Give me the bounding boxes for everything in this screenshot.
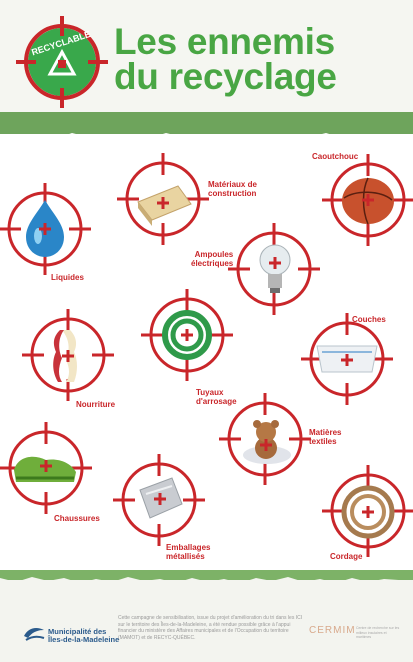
- label-caoutchouc: Caoutchouc: [312, 152, 359, 161]
- label-materiaux-line1: Matériaux de: [208, 180, 257, 189]
- target-materiaux: [115, 151, 211, 247]
- municipality-line2: Îles-de-la-Madeleine: [48, 635, 120, 644]
- target-liquides: [0, 181, 93, 277]
- label-tuyaux: Tuyaux d'arrosage: [196, 388, 237, 406]
- label-materiaux: Matériaux de construction: [208, 180, 257, 198]
- label-materiaux-line2: construction: [208, 189, 257, 198]
- target-couches: [299, 311, 395, 407]
- municipality-logo-icon: [24, 628, 45, 641]
- label-chaussures: Chaussures: [54, 514, 100, 523]
- label-ampoules-line1: Ampoules: [194, 250, 234, 259]
- label-matieres: Matières textiles: [309, 428, 341, 446]
- crosshair-layer: [0, 151, 413, 559]
- label-ampoules-line2: électriques: [191, 259, 234, 268]
- label-matieres-line1: Matières: [309, 428, 342, 437]
- target-nourriture: [20, 307, 116, 403]
- label-tuyaux-line2: d'arrosage: [196, 397, 237, 406]
- partner-subtitle: Centre de recherche sur les milieux insu…: [356, 626, 400, 639]
- partner-logo-text: CERMIM: [309, 625, 356, 636]
- label-emballages-line2: métallisés: [166, 552, 205, 561]
- target-emballages: [111, 452, 207, 548]
- label-couches: Couches: [352, 315, 386, 324]
- label-nourriture: Nourriture: [76, 400, 116, 409]
- label-ampoules: Ampoules électriques: [191, 250, 233, 268]
- municipality-name: Municipalité des Îles-de-la-Madeleine: [48, 628, 119, 644]
- label-liquides: Liquides: [51, 273, 84, 282]
- campaign-credit-text: Cette campagne de sensibilisation, issue…: [118, 615, 303, 641]
- target-caoutchouc: [320, 152, 413, 248]
- label-emballages-line1: Emballages: [166, 543, 211, 552]
- target-chaussures: [0, 420, 94, 516]
- label-tuyaux-line1: Tuyaux: [196, 388, 224, 397]
- label-emballages: Emballages métallisés: [166, 543, 210, 561]
- target-cordage: [320, 463, 413, 559]
- target-ampoules: [226, 221, 322, 317]
- label-matieres-line2: textiles: [309, 437, 337, 446]
- label-cordage: Cordage: [330, 552, 363, 561]
- target-tuyaux: [139, 287, 235, 383]
- target-matieres: [217, 391, 313, 487]
